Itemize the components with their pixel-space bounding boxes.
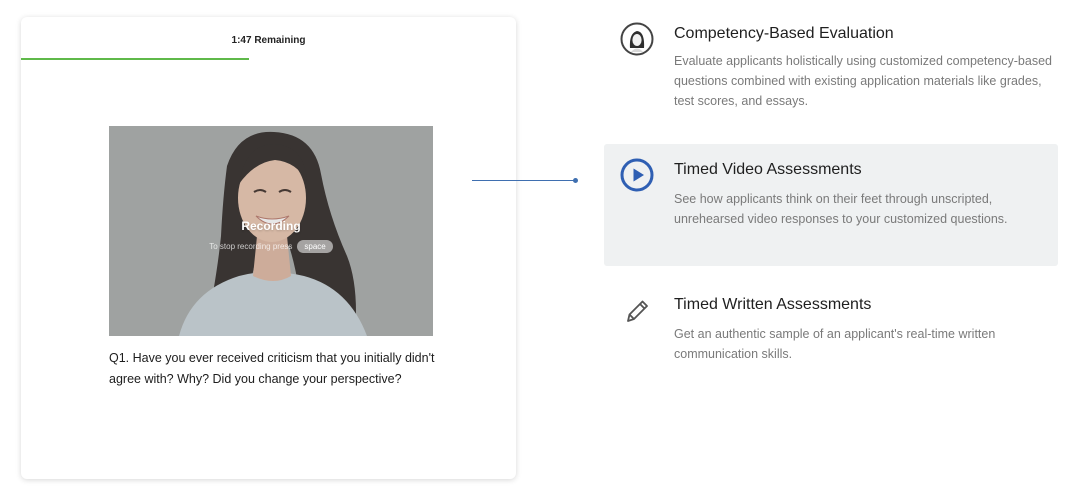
- feature-title: Timed Written Assessments: [674, 296, 872, 313]
- pencil-icon: [627, 300, 648, 322]
- feature-title: Timed Video Assessments: [674, 161, 862, 178]
- interview-question: Q1. Have you ever received criticism tha…: [109, 351, 435, 386]
- feature-video-assessments[interactable]: Timed Video Assessments See how applican…: [604, 144, 1058, 266]
- connector-line: [472, 180, 576, 181]
- play-circle-icon: [620, 158, 654, 192]
- time-remaining: 1:47 Remaining: [231, 35, 306, 46]
- time-progress-fill: [21, 58, 249, 60]
- video-preview[interactable]: Recording To stop recording press space: [109, 126, 433, 336]
- interview-card: 1:47 Remaining Recording To stop recordi…: [21, 17, 516, 479]
- recording-label: Recording: [241, 219, 301, 233]
- feature-description: Evaluate applicants holistically using c…: [674, 54, 1052, 108]
- feature-competency-evaluation[interactable]: Competency-Based Evaluation Evaluate app…: [604, 18, 1058, 122]
- connector-dot: [573, 178, 578, 183]
- space-key-badge[interactable]: space: [297, 240, 333, 253]
- feature-description: See how applicants think on their feet t…: [674, 192, 1008, 226]
- avatar-icon: [620, 22, 654, 56]
- time-progress-bar: [21, 58, 516, 60]
- stop-recording-hint: To stop recording press space: [109, 240, 433, 253]
- feature-written-assessments[interactable]: Timed Written Assessments Get an authent…: [604, 285, 1058, 380]
- feature-description: Get an authentic sample of an applicant'…: [674, 327, 996, 361]
- stop-hint-text: To stop recording press: [209, 242, 293, 251]
- feature-title: Competency-Based Evaluation: [674, 25, 894, 42]
